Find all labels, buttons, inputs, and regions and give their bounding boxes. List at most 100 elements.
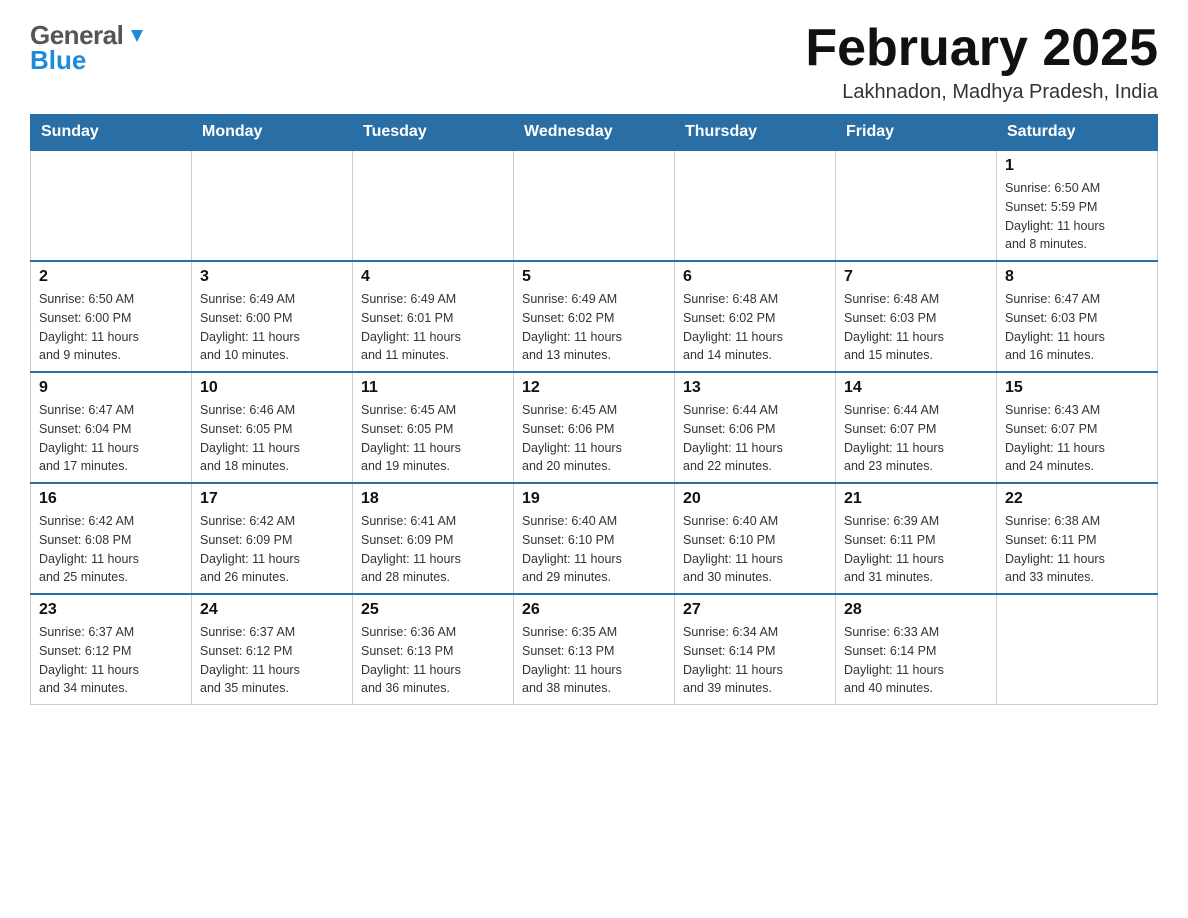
table-row: 3 Sunrise: 6:49 AMSunset: 6:00 PMDaylight…: [192, 261, 353, 372]
day-info: Sunrise: 6:50 AMSunset: 6:00 PMDaylight:…: [39, 290, 183, 365]
table-row: 9 Sunrise: 6:47 AMSunset: 6:04 PMDaylight…: [31, 372, 192, 483]
day-info: Sunrise: 6:34 AMSunset: 6:14 PMDaylight:…: [683, 623, 827, 698]
header-friday: Friday: [836, 115, 997, 151]
day-number: 1: [1005, 157, 1149, 175]
day-info: Sunrise: 6:37 AMSunset: 6:12 PMDaylight:…: [39, 623, 183, 698]
table-row: 28Sunrise: 6:33 AMSunset: 6:14 PMDayligh…: [836, 594, 997, 705]
calendar-table: Sunday Monday Tuesday Wednesday Thursday…: [30, 114, 1158, 705]
day-info: Sunrise: 6:49 AMSunset: 6:02 PMDaylight:…: [522, 290, 666, 365]
day-number: 18: [361, 490, 505, 508]
logo-arrow-icon: [125, 26, 147, 48]
logo-blue: Blue: [30, 45, 86, 76]
day-number: 22: [1005, 490, 1149, 508]
day-number: 17: [200, 490, 344, 508]
day-number: 20: [683, 490, 827, 508]
table-row: 25 Sunrise: 6:36 AMSunset: 6:13 PMDayligh…: [353, 594, 514, 705]
day-info: Sunrise: 6:38 AMSunset: 6:11 PMDaylight:…: [1005, 512, 1149, 587]
table-row: 2Sunrise: 6:50 AMSunset: 6:00 PMDaylight…: [31, 261, 192, 372]
table-row: 23 Sunrise: 6:37 AMSunset: 6:12 PMDayligh…: [31, 594, 192, 705]
day-number: 14: [844, 379, 988, 397]
day-info: Sunrise: 6:49 AMSunset: 6:01 PMDaylight:…: [361, 290, 505, 365]
header-thursday: Thursday: [675, 115, 836, 151]
table-row: 8 Sunrise: 6:47 AMSunset: 6:03 PMDaylight…: [997, 261, 1158, 372]
day-number: 7: [844, 268, 988, 286]
day-info: Sunrise: 6:48 AMSunset: 6:03 PMDaylight:…: [844, 290, 988, 365]
table-row: 14Sunrise: 6:44 AMSunset: 6:07 PMDayligh…: [836, 372, 997, 483]
table-row: 21Sunrise: 6:39 AMSunset: 6:11 PMDayligh…: [836, 483, 997, 594]
calendar-week-row: 2Sunrise: 6:50 AMSunset: 6:00 PMDaylight…: [31, 261, 1158, 372]
table-row: 26 Sunrise: 6:35 AMSunset: 6:13 PMDayligh…: [514, 594, 675, 705]
title-area: February 2025 Lakhnadon, Madhya Pradesh,…: [805, 20, 1158, 104]
header-saturday: Saturday: [997, 115, 1158, 151]
day-info: Sunrise: 6:44 AMSunset: 6:06 PMDaylight:…: [683, 401, 827, 476]
day-info: Sunrise: 6:48 AMSunset: 6:02 PMDaylight:…: [683, 290, 827, 365]
day-info: Sunrise: 6:45 AMSunset: 6:05 PMDaylight:…: [361, 401, 505, 476]
header-tuesday: Tuesday: [353, 115, 514, 151]
day-number: 3: [200, 268, 344, 286]
table-row: 13Sunrise: 6:44 AMSunset: 6:06 PMDayligh…: [675, 372, 836, 483]
day-info: Sunrise: 6:37 AMSunset: 6:12 PMDaylight:…: [200, 623, 344, 698]
table-row: 4 Sunrise: 6:49 AMSunset: 6:01 PMDaylight…: [353, 261, 514, 372]
table-row: [836, 150, 997, 261]
table-row: [997, 594, 1158, 705]
day-info: Sunrise: 6:49 AMSunset: 6:00 PMDaylight:…: [200, 290, 344, 365]
table-row: 17Sunrise: 6:42 AMSunset: 6:09 PMDayligh…: [192, 483, 353, 594]
day-info: Sunrise: 6:41 AMSunset: 6:09 PMDaylight:…: [361, 512, 505, 587]
calendar-week-row: 16 Sunrise: 6:42 AMSunset: 6:08 PMDayligh…: [31, 483, 1158, 594]
header-sunday: Sunday: [31, 115, 192, 151]
table-row: [514, 150, 675, 261]
table-row: 24 Sunrise: 6:37 AMSunset: 6:12 PMDayligh…: [192, 594, 353, 705]
day-number: 19: [522, 490, 666, 508]
table-row: [192, 150, 353, 261]
header-monday: Monday: [192, 115, 353, 151]
day-number: 8: [1005, 268, 1149, 286]
table-row: [675, 150, 836, 261]
day-info: Sunrise: 6:47 AMSunset: 6:04 PMDaylight:…: [39, 401, 183, 476]
calendar-week-row: 9 Sunrise: 6:47 AMSunset: 6:04 PMDaylight…: [31, 372, 1158, 483]
day-number: 25: [361, 601, 505, 619]
day-number: 24: [200, 601, 344, 619]
table-row: 12 Sunrise: 6:45 AMSunset: 6:06 PMDayligh…: [514, 372, 675, 483]
day-number: 4: [361, 268, 505, 286]
calendar-title: February 2025: [805, 20, 1158, 77]
table-row: 19 Sunrise: 6:40 AMSunset: 6:10 PMDayligh…: [514, 483, 675, 594]
table-row: 5 Sunrise: 6:49 AMSunset: 6:02 PMDaylight…: [514, 261, 675, 372]
day-info: Sunrise: 6:35 AMSunset: 6:13 PMDaylight:…: [522, 623, 666, 698]
day-info: Sunrise: 6:46 AMSunset: 6:05 PMDaylight:…: [200, 401, 344, 476]
day-number: 10: [200, 379, 344, 397]
day-number: 11: [361, 379, 505, 397]
day-number: 28: [844, 601, 988, 619]
table-row: 20 Sunrise: 6:40 AMSunset: 6:10 PMDayligh…: [675, 483, 836, 594]
calendar-header-row: Sunday Monday Tuesday Wednesday Thursday…: [31, 115, 1158, 151]
logo: General Blue: [30, 20, 147, 76]
day-info: Sunrise: 6:40 AMSunset: 6:10 PMDaylight:…: [683, 512, 827, 587]
calendar-week-row: 23 Sunrise: 6:37 AMSunset: 6:12 PMDayligh…: [31, 594, 1158, 705]
calendar-subtitle: Lakhnadon, Madhya Pradesh, India: [805, 81, 1158, 104]
table-row: 11 Sunrise: 6:45 AMSunset: 6:05 PMDayligh…: [353, 372, 514, 483]
day-number: 5: [522, 268, 666, 286]
day-number: 26: [522, 601, 666, 619]
day-number: 6: [683, 268, 827, 286]
table-row: 22 Sunrise: 6:38 AMSunset: 6:11 PMDayligh…: [997, 483, 1158, 594]
day-info: Sunrise: 6:39 AMSunset: 6:11 PMDaylight:…: [844, 512, 988, 587]
day-number: 9: [39, 379, 183, 397]
table-row: 1 Sunrise: 6:50 AMSunset: 5:59 PMDaylight…: [997, 150, 1158, 261]
table-row: 27 Sunrise: 6:34 AMSunset: 6:14 PMDayligh…: [675, 594, 836, 705]
day-info: Sunrise: 6:50 AMSunset: 5:59 PMDaylight:…: [1005, 179, 1149, 254]
day-info: Sunrise: 6:36 AMSunset: 6:13 PMDaylight:…: [361, 623, 505, 698]
table-row: 16 Sunrise: 6:42 AMSunset: 6:08 PMDayligh…: [31, 483, 192, 594]
table-row: [31, 150, 192, 261]
table-row: 15Sunrise: 6:43 AMSunset: 6:07 PMDayligh…: [997, 372, 1158, 483]
day-info: Sunrise: 6:43 AMSunset: 6:07 PMDaylight:…: [1005, 401, 1149, 476]
day-info: Sunrise: 6:47 AMSunset: 6:03 PMDaylight:…: [1005, 290, 1149, 365]
day-number: 12: [522, 379, 666, 397]
day-info: Sunrise: 6:42 AMSunset: 6:08 PMDaylight:…: [39, 512, 183, 587]
day-number: 23: [39, 601, 183, 619]
day-info: Sunrise: 6:45 AMSunset: 6:06 PMDaylight:…: [522, 401, 666, 476]
table-row: 18 Sunrise: 6:41 AMSunset: 6:09 PMDayligh…: [353, 483, 514, 594]
page-header: General Blue February 2025 Lakhnadon, Ma…: [30, 20, 1158, 104]
day-info: Sunrise: 6:40 AMSunset: 6:10 PMDaylight:…: [522, 512, 666, 587]
day-number: 27: [683, 601, 827, 619]
day-number: 16: [39, 490, 183, 508]
calendar-week-row: 1 Sunrise: 6:50 AMSunset: 5:59 PMDaylight…: [31, 150, 1158, 261]
